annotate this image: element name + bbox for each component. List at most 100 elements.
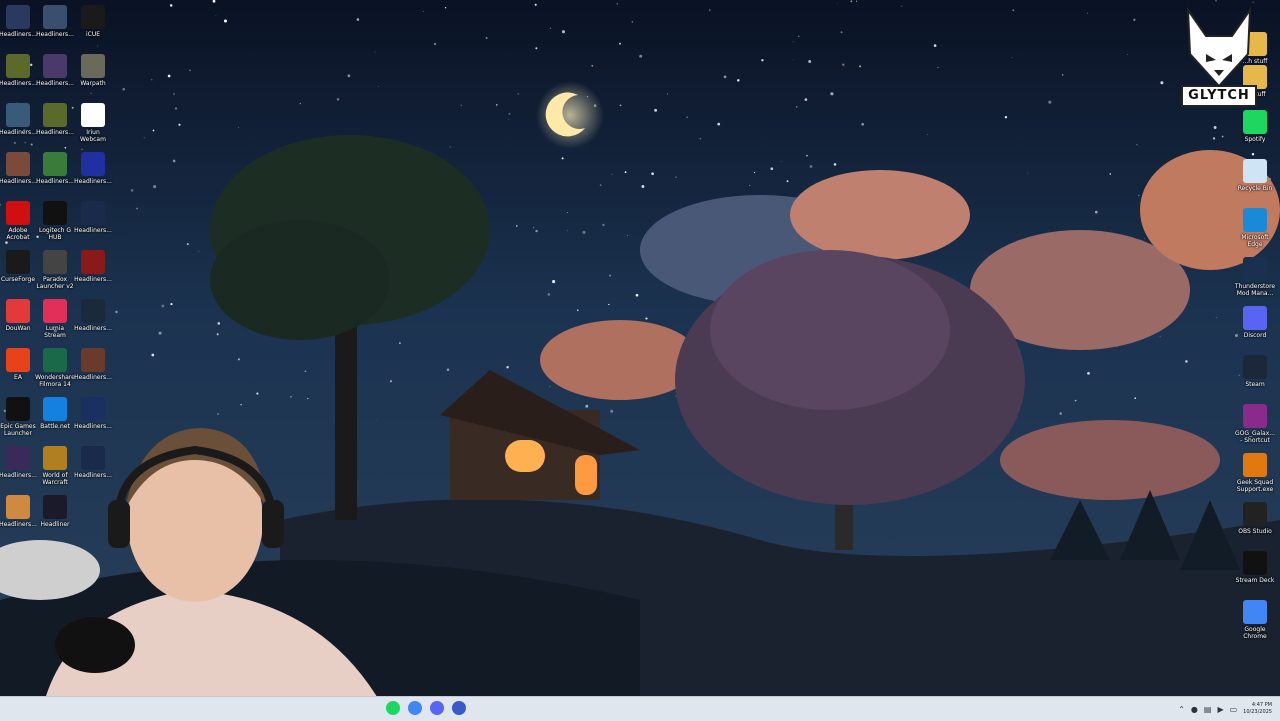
ea-icon <box>6 348 30 372</box>
star <box>1094 210 1098 214</box>
network-icon[interactable]: ▤ <box>1204 705 1212 714</box>
desktop-shortcut[interactable]: GOG_Galax... - Shortcut <box>1232 404 1278 444</box>
star <box>173 93 175 95</box>
star <box>599 184 602 186</box>
volume-icon[interactable]: ▶ <box>1217 705 1223 714</box>
desktop-shortcut-label: Google Chrome <box>1243 626 1267 640</box>
desktop-shortcut-label: GOG_Galax... - Shortcut <box>1235 430 1275 444</box>
star <box>1215 317 1217 319</box>
star <box>645 317 648 320</box>
star <box>170 303 173 306</box>
filmora-icon <box>43 348 67 372</box>
star <box>377 85 379 87</box>
star <box>619 42 621 45</box>
desktop-shortcut[interactable]: Iriun Webcam <box>70 103 116 143</box>
desktop-shortcut[interactable]: Recycle Bin <box>1232 159 1278 192</box>
desktop-shortcut[interactable]: Thunderstore Mod Mana... <box>1232 257 1278 297</box>
star <box>1087 371 1090 375</box>
star <box>786 180 789 183</box>
desktop-shortcut[interactable]: Steam <box>1232 355 1278 388</box>
desktop-shortcut[interactable]: Geek Squad Support.exe <box>1232 453 1278 493</box>
star <box>933 44 937 47</box>
desktop-shortcut[interactable]: iCUE <box>70 5 116 38</box>
microphone-icon[interactable]: ● <box>1191 705 1198 714</box>
star <box>566 212 568 214</box>
desktop-shortcut[interactable]: Microsoft Edge <box>1232 208 1278 248</box>
curseforge-icon <box>6 250 30 274</box>
spotify-taskbar-icon[interactable] <box>386 701 400 715</box>
star <box>549 386 551 388</box>
star <box>1159 335 1161 337</box>
star <box>237 358 240 361</box>
star <box>561 157 564 160</box>
star <box>532 226 535 229</box>
star <box>842 63 845 66</box>
desktop-shortcut-label: Recycle Bin <box>1237 185 1273 192</box>
desktop-shortcut[interactable]: Headliners... <box>70 299 116 332</box>
star <box>389 380 392 383</box>
stream-deck-icon <box>1243 551 1267 575</box>
star <box>217 413 219 415</box>
star <box>433 42 437 46</box>
star <box>172 159 176 163</box>
star <box>797 35 800 38</box>
star <box>635 293 639 297</box>
game-thumbnail-icon <box>43 152 67 176</box>
star <box>1160 81 1164 85</box>
adobe-acrobat-icon <box>6 201 30 225</box>
desktop-shortcut[interactable]: Discord <box>1232 306 1278 339</box>
desktop-shortcut-label: Discord <box>1243 332 1267 339</box>
desktop-shortcut[interactable]: Headliners... <box>70 201 116 234</box>
desktop-shortcut[interactable]: Google Chrome <box>1232 600 1278 640</box>
desktop-shortcut-label: iCUE <box>85 31 101 38</box>
star <box>81 148 83 150</box>
webcam-overlay <box>0 428 390 720</box>
game-thumbnail-icon <box>6 152 30 176</box>
star <box>780 160 782 162</box>
star <box>611 173 613 175</box>
star <box>174 107 178 110</box>
star <box>675 176 677 178</box>
chrome-icon <box>1243 600 1267 624</box>
desktop-shortcut[interactable]: Headliners... <box>70 250 116 283</box>
star <box>238 127 239 129</box>
game-thumbnail-icon <box>81 152 105 176</box>
star <box>937 66 939 68</box>
game-thumbnail-icon <box>81 201 105 225</box>
app-taskbar-icon[interactable] <box>452 701 466 715</box>
epic-games-icon <box>6 397 30 421</box>
star <box>153 185 157 189</box>
discord-taskbar-icon[interactable] <box>430 701 444 715</box>
star <box>602 223 605 227</box>
star <box>667 93 668 95</box>
desktop-shortcut[interactable]: Spotify <box>1232 110 1278 143</box>
desktop-shortcut-label: Headliners... <box>74 227 112 234</box>
desktop-shortcut-label: Headliners... <box>74 374 112 381</box>
taskbar-clock[interactable]: 4:47 PM 10/23/2025 <box>1243 702 1272 716</box>
battery-icon[interactable]: ▭ <box>1230 705 1238 714</box>
chrome-taskbar-icon[interactable] <box>408 701 422 715</box>
star <box>161 304 165 308</box>
desktop-shortcut[interactable]: Stream Deck <box>1232 551 1278 584</box>
desktop-shortcut[interactable]: Headliners... <box>70 152 116 185</box>
game-thumbnail-icon <box>6 103 30 127</box>
star <box>582 230 586 234</box>
game-thumbnail-icon <box>43 5 67 29</box>
star <box>901 5 903 7</box>
desktop-shortcut[interactable]: Headliners... <box>70 348 116 381</box>
game-thumbnail-icon <box>43 103 67 127</box>
desktop-shortcut-label: Stream Deck <box>1235 577 1275 584</box>
game-thumbnail-icon <box>81 299 105 323</box>
glytch-logo-text: GLYTCH <box>1188 88 1250 103</box>
star <box>347 74 351 78</box>
desktop-shortcut[interactable]: OBS Studio <box>1232 502 1278 535</box>
desktop-shortcut[interactable]: Warpath <box>70 54 116 87</box>
desktop-shortcut-label: Headliners... <box>74 276 112 283</box>
star <box>460 104 462 106</box>
star <box>508 118 510 120</box>
chevron-up-icon[interactable]: ⌃ <box>1178 705 1185 714</box>
steam-icon <box>1243 355 1267 379</box>
star <box>1012 9 1015 12</box>
gog-galaxy-icon <box>1243 404 1267 428</box>
star <box>1212 137 1216 140</box>
